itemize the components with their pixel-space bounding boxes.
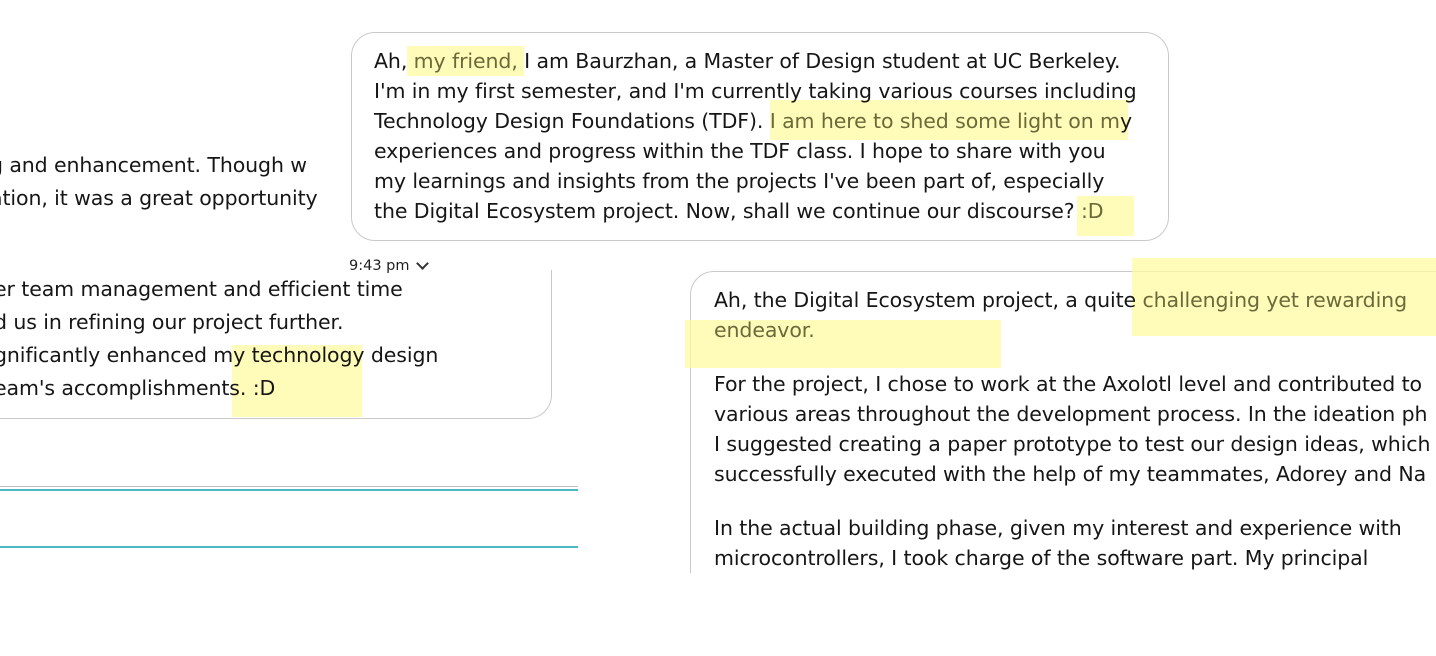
- timestamp-label: 9:43 pm: [349, 258, 410, 274]
- message-line: microcontrollers, I took charge of the s…: [714, 546, 1369, 570]
- chevron-down-icon[interactable]: [415, 257, 429, 270]
- message-line: Ah, my friend, I am Baurzhan, a Master o…: [374, 49, 1121, 73]
- message-line: my learnings and insights from the proje…: [374, 169, 1105, 193]
- message-line: various areas throughout the development…: [714, 402, 1428, 426]
- message-line: In the actual building phase, given my i…: [714, 516, 1402, 540]
- message-line: successfully executed with the help of m…: [714, 462, 1427, 486]
- message-line: I suggested creating a paper prototype t…: [714, 432, 1431, 456]
- message-line: I'm in my first semester, and I'm curren…: [374, 79, 1137, 103]
- message-line: For the project, I chose to work at the …: [714, 372, 1422, 396]
- message-line: the Digital Ecosystem project. Now, shal…: [374, 199, 1104, 223]
- message-line: Ah, the Digital Ecosystem project, a qui…: [714, 288, 1407, 312]
- message-line: experiences and progress within the TDF …: [374, 139, 1106, 163]
- message-line: endeavor.: [714, 318, 815, 342]
- chat-screenshot: g and enhancement. Though w ation, it wa…: [0, 0, 1436, 656]
- message-line: Technology Design Foundations (TDF). I a…: [374, 109, 1132, 133]
- message-timestamp[interactable]: 9:43 pm: [349, 256, 429, 276]
